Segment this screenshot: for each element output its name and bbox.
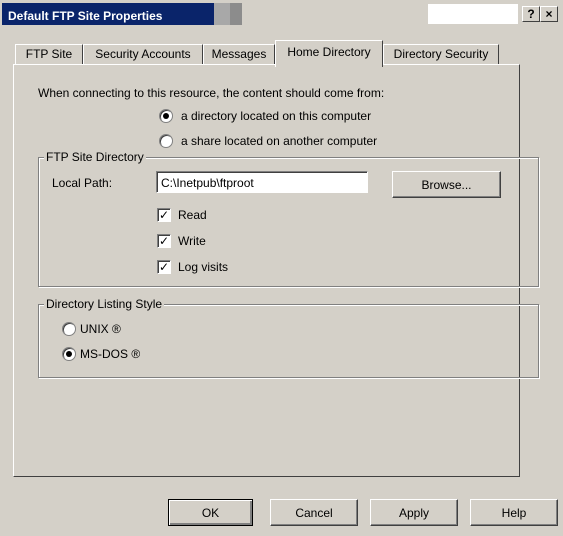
title-bar-gradient bbox=[214, 3, 230, 25]
radio-local-directory-label[interactable]: a directory located on this computer bbox=[181, 109, 371, 123]
tab-ftp-site[interactable]: FTP Site bbox=[15, 44, 83, 65]
radio-network-share-label[interactable]: a share located on another computer bbox=[181, 134, 377, 148]
connect-prompt: When connecting to this resource, the co… bbox=[38, 86, 385, 100]
title-bar-blank bbox=[428, 4, 518, 24]
write-checkbox-label[interactable]: Write bbox=[178, 234, 206, 248]
apply-button[interactable]: Apply bbox=[370, 499, 458, 526]
help-footer-button[interactable]: Help bbox=[470, 499, 558, 526]
title-bar-gradient-end bbox=[230, 3, 242, 25]
write-checkbox[interactable]: ✓ bbox=[157, 234, 171, 248]
browse-button[interactable]: Browse... bbox=[392, 171, 501, 198]
tab-messages[interactable]: Messages bbox=[203, 44, 275, 65]
title-bar[interactable]: Default FTP Site Properties ? × bbox=[0, 0, 563, 28]
log-visits-checkbox[interactable]: ✓ bbox=[157, 260, 171, 274]
listing-style-legend: Directory Listing Style bbox=[44, 297, 165, 311]
tab-directory-security[interactable]: Directory Security bbox=[383, 44, 499, 65]
radio-unix-label[interactable]: UNIX ® bbox=[80, 322, 121, 336]
local-path-input[interactable]: C:\Inetpub\ftproot bbox=[156, 171, 368, 193]
radio-unix[interactable] bbox=[62, 322, 76, 336]
tab-home-directory[interactable]: Home Directory bbox=[275, 40, 383, 67]
radio-dot bbox=[163, 113, 169, 119]
read-checkbox[interactable]: ✓ bbox=[157, 208, 171, 222]
radio-ms-dos[interactable] bbox=[62, 347, 76, 361]
window-title: Default FTP Site Properties bbox=[8, 9, 163, 23]
log-visits-checkbox-label[interactable]: Log visits bbox=[178, 260, 228, 274]
radio-local-directory[interactable] bbox=[159, 109, 173, 123]
help-button[interactable]: ? bbox=[522, 6, 540, 22]
read-checkbox-label[interactable]: Read bbox=[178, 208, 207, 222]
local-path-label: Local Path: bbox=[52, 176, 113, 190]
radio-network-share[interactable] bbox=[159, 134, 173, 148]
ok-button[interactable]: OK bbox=[168, 499, 253, 526]
radio-dot bbox=[66, 351, 72, 357]
close-button[interactable]: × bbox=[540, 6, 558, 22]
cancel-button[interactable]: Cancel bbox=[270, 499, 358, 526]
radio-ms-dos-label[interactable]: MS-DOS ® bbox=[80, 347, 140, 361]
listing-style-group bbox=[38, 304, 539, 378]
title-bar-active: Default FTP Site Properties bbox=[2, 3, 214, 25]
tab-security-accounts[interactable]: Security Accounts bbox=[83, 44, 203, 65]
ftp-site-directory-legend: FTP Site Directory bbox=[44, 150, 146, 164]
